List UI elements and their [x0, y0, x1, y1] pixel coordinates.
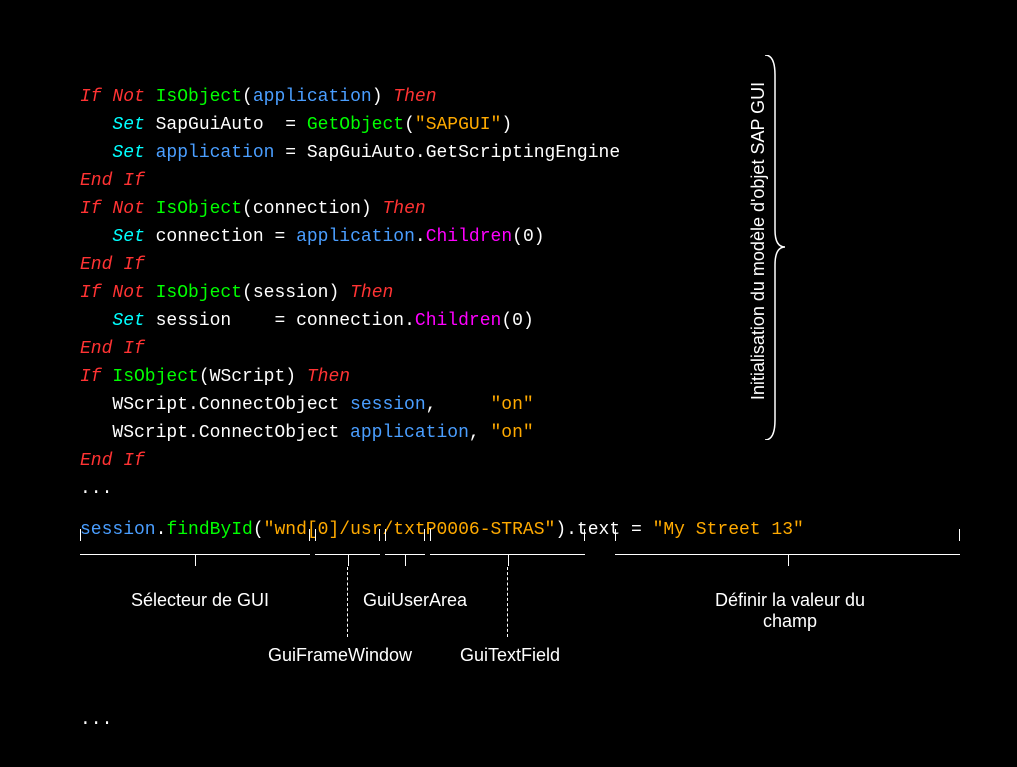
kw-if: If	[80, 87, 112, 107]
bracket-gui-text	[430, 530, 585, 555]
kw-endif: End If	[80, 451, 145, 471]
var-session: session	[350, 395, 426, 415]
str-on: "on"	[490, 395, 533, 415]
kw-if: If	[80, 283, 112, 303]
kw-not: Not	[112, 87, 155, 107]
connector-line	[507, 567, 508, 637]
bracket-gui-frame	[315, 530, 380, 555]
var-connection: connection	[156, 227, 275, 247]
var-session: session	[253, 283, 329, 303]
stmt-connectobject: WScript.ConnectObject	[80, 395, 350, 415]
label-gui-user: GuiUserArea	[355, 590, 475, 611]
annotation-area: Sélecteur de GUI GuiUserArea Définir la …	[80, 530, 980, 710]
str-sapgui: "SAPGUI"	[415, 115, 501, 135]
init-label: Initialisation du modèle d'objet SAP GUI	[747, 82, 769, 400]
kw-set: Set	[80, 115, 156, 135]
ellipsis-bottom: ...	[80, 710, 112, 730]
label-gui-text: GuiTextField	[450, 645, 570, 666]
bracket-gui-user	[385, 530, 425, 555]
kw-set: Set	[80, 143, 156, 163]
var-application: application	[296, 227, 415, 247]
kw-if: If	[80, 367, 112, 387]
kw-not: Not	[112, 199, 155, 219]
ellipsis: ...	[80, 479, 112, 499]
fn-isobject: IsObject	[156, 199, 242, 219]
bracket-gui-selector	[80, 530, 310, 555]
bracket-set-value	[615, 530, 960, 555]
var-application: application	[156, 143, 286, 163]
kw-set: Set	[80, 311, 156, 331]
var-wscript: WScript	[210, 367, 286, 387]
var-application: application	[253, 87, 372, 107]
kw-then: Then	[307, 367, 350, 387]
str-on: "on"	[490, 423, 533, 443]
fn-children: Children	[426, 227, 512, 247]
label-gui-frame: GuiFrameWindow	[250, 645, 430, 666]
stmt-connectobject: WScript.ConnectObject	[80, 423, 350, 443]
label-gui-selector: Sélecteur de GUI	[100, 590, 300, 611]
fn-isobject: IsObject	[156, 283, 242, 303]
var-connection: connection	[253, 199, 361, 219]
kw-then: Then	[393, 87, 436, 107]
var-application: application	[350, 423, 469, 443]
kw-not: Not	[112, 283, 155, 303]
fn-children: Children	[415, 311, 501, 331]
var-session: session	[156, 311, 275, 331]
label-set-value: Définir la valeur du champ	[670, 590, 910, 632]
kw-endif: End If	[80, 339, 145, 359]
kw-then: Then	[350, 283, 393, 303]
code-block: If Not IsObject(application) Then Set Sa…	[80, 55, 620, 503]
kw-then: Then	[383, 199, 426, 219]
var-connection: connection	[296, 311, 404, 331]
kw-endif: End If	[80, 171, 145, 191]
kw-if: If	[80, 199, 112, 219]
fn-isobject: IsObject	[156, 87, 242, 107]
kw-set: Set	[80, 227, 156, 247]
connector-line	[347, 567, 348, 637]
fn-isobject: IsObject	[112, 367, 198, 387]
kw-endif: End If	[80, 255, 145, 275]
var-sapguiauto: SapGuiAuto	[156, 115, 286, 135]
fn-getobject: GetObject	[307, 115, 404, 135]
